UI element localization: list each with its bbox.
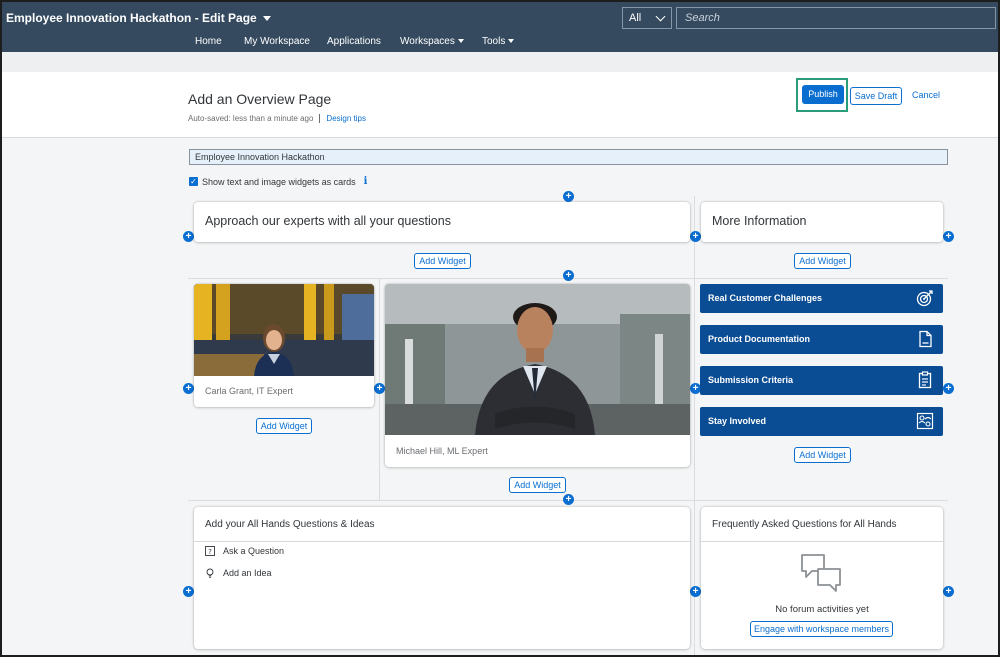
search-input[interactable]: Search [676, 7, 996, 29]
search-scope-value: All [629, 12, 642, 24]
expert-caption: Michael Hill, ML Expert [396, 446, 488, 456]
card-title: Frequently Asked Questions for All Hands [712, 519, 897, 530]
expert-photo [194, 284, 374, 376]
header-strip [2, 52, 998, 72]
caret-down-icon [457, 39, 464, 44]
publish-button[interactable]: Publish [802, 85, 844, 104]
nav-my-workspace[interactable]: My Workspace [244, 36, 310, 47]
autosave-text: Auto-saved: less than a minute ago [188, 114, 314, 123]
add-column-icon[interactable]: + [690, 231, 701, 242]
add-widget-button[interactable]: Add Widget [256, 418, 312, 434]
nav-tools[interactable]: Tools [482, 36, 515, 47]
empty-state-text: No forum activities yet [775, 604, 869, 615]
card-title: More Information [712, 214, 807, 228]
page-title: Add an Overview Page [188, 91, 332, 107]
nav-workspaces[interactable]: Workspaces [400, 36, 464, 47]
add-widget-button[interactable]: Add Widget [414, 253, 471, 269]
add-column-icon[interactable]: + [374, 383, 385, 394]
card-title: Add your All Hands Questions & Ideas [205, 519, 375, 530]
tile-label: Real Customer Challenges [708, 293, 823, 303]
add-column-icon[interactable]: + [943, 383, 954, 394]
checkbox-checked-icon[interactable]: ✓ [189, 177, 198, 186]
link-tile-real-customer-challenges[interactable]: Real Customer Challenges [700, 284, 943, 313]
autosave-status: Auto-saved: less than a minute ago Design… [188, 114, 366, 124]
add-column-icon[interactable]: + [690, 586, 701, 597]
add-section-icon[interactable]: + [563, 494, 574, 505]
heading-card-more-info[interactable]: More Information [701, 202, 943, 242]
page-header: Add an Overview Page Auto-saved: less th… [2, 72, 998, 138]
link-tile-submission-criteria[interactable]: Submission Criteria [700, 366, 943, 395]
info-icon[interactable]: i [364, 176, 368, 187]
divider [319, 114, 321, 124]
search-placeholder: Search [685, 12, 720, 24]
nav-applications[interactable]: Applications [327, 36, 381, 47]
clipboard-icon [918, 371, 932, 389]
questions-ideas-card[interactable]: Add your All Hands Questions & Ideas [194, 507, 690, 649]
caret-down-icon [508, 39, 515, 44]
app-title: Employee Innovation Hackathon - Edit Pag… [6, 11, 257, 25]
expert-photo [385, 284, 690, 435]
expert-card-carla[interactable]: Carla Grant, IT Expert [194, 284, 374, 407]
add-column-icon[interactable]: + [943, 231, 954, 242]
add-column-icon[interactable]: + [183, 586, 194, 597]
add-widget-button[interactable]: Add Widget [509, 477, 566, 493]
design-tips-link[interactable]: Design tips [326, 114, 366, 123]
add-section-icon[interactable]: + [563, 191, 574, 202]
document-icon [919, 330, 932, 348]
lightbulb-icon [206, 568, 214, 578]
add-widget-button[interactable]: Add Widget [794, 447, 851, 463]
tile-label: Stay Involved [708, 416, 767, 426]
item-label: Add an Idea [223, 568, 272, 578]
tile-label: Product Documentation [708, 334, 811, 344]
cards-option[interactable]: ✓ Show text and image widgets as cards i [189, 176, 367, 187]
tile-label: Submission Criteria [708, 375, 794, 385]
svg-text:?: ? [208, 548, 212, 556]
divider [194, 541, 690, 542]
page-name-input[interactable]: Employee Innovation Hackathon [189, 149, 948, 165]
engage-members-button[interactable]: Engage with workspace members [750, 621, 893, 637]
card-title: Approach our experts with all your quest… [205, 214, 451, 228]
add-column-icon[interactable]: + [183, 383, 194, 394]
page-menu-title[interactable]: Employee Innovation Hackathon - Edit Pag… [6, 11, 271, 25]
link-tile-stay-involved[interactable]: Stay Involved [700, 407, 943, 436]
item-label: Ask a Question [223, 546, 285, 556]
target-icon [916, 290, 933, 307]
ask-question-item[interactable]: ? Ask a Question [205, 546, 284, 556]
add-column-icon[interactable]: + [943, 586, 954, 597]
heading-card-experts[interactable]: Approach our experts with all your quest… [194, 202, 690, 242]
add-section-icon[interactable]: + [563, 270, 574, 281]
faq-card[interactable]: Frequently Asked Questions for All Hands… [701, 507, 943, 649]
link-tile-product-documentation[interactable]: Product Documentation [700, 325, 943, 354]
forum-empty-icon [801, 554, 841, 592]
caret-down-icon [262, 15, 271, 21]
shell-bar: Employee Innovation Hackathon - Edit Pag… [2, 2, 998, 52]
add-widget-button[interactable]: Add Widget [794, 253, 851, 269]
chevron-down-icon [655, 11, 666, 22]
nav-tools-label: Tools [482, 36, 506, 47]
add-column-icon[interactable]: + [183, 231, 194, 242]
cards-option-label: Show text and image widgets as cards [202, 176, 356, 187]
expert-caption: Carla Grant, IT Expert [205, 386, 293, 396]
save-draft-button[interactable]: Save Draft [850, 87, 902, 105]
divider [701, 541, 943, 542]
expert-card-michael[interactable]: Michael Hill, ML Expert [385, 284, 690, 467]
cancel-button[interactable]: Cancel [912, 90, 940, 100]
nav-workspaces-label: Workspaces [400, 36, 455, 47]
people-network-icon [916, 412, 934, 430]
add-idea-item[interactable]: Add an Idea [205, 568, 272, 578]
nav-home[interactable]: Home [195, 36, 222, 47]
search-scope-select[interactable]: All [622, 7, 672, 29]
app-window: Employee Innovation Hackathon - Edit Pag… [0, 0, 1000, 657]
question-icon: ? [205, 546, 215, 556]
